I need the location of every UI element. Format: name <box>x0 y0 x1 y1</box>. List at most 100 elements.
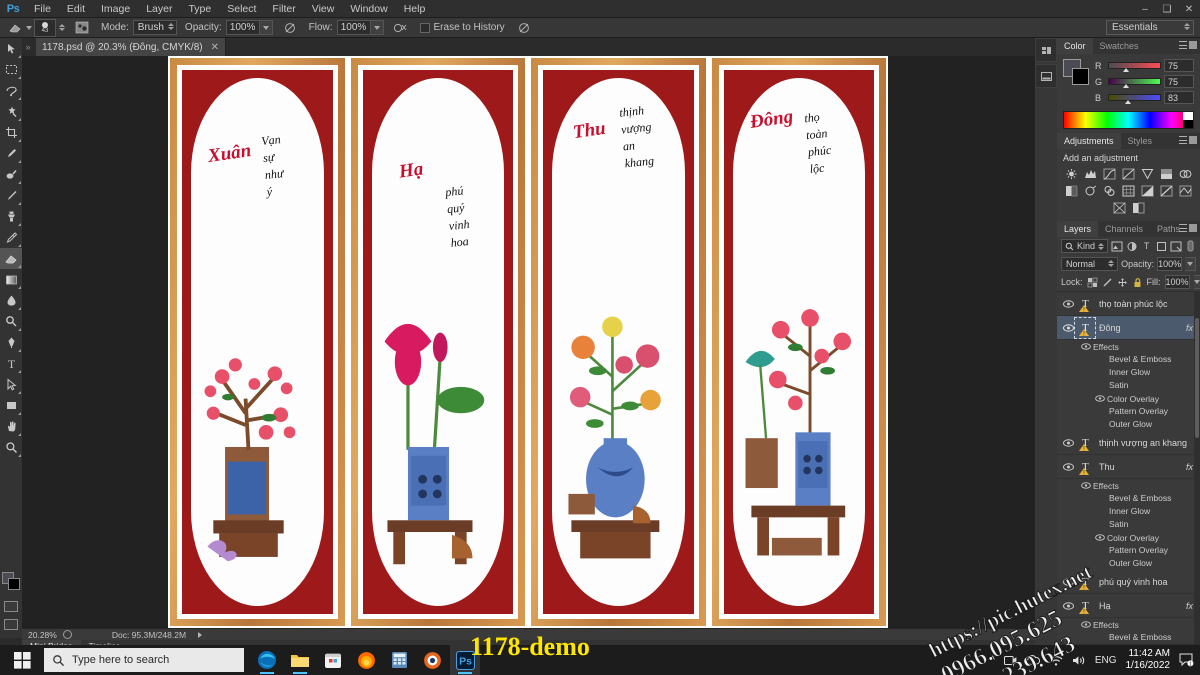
color-lookup-icon[interactable] <box>1121 184 1136 198</box>
panel-ha[interactable]: Hạ phú quý vinh hoa <box>350 58 525 626</box>
effect-item[interactable]: Bevel & Emboss <box>1057 631 1200 644</box>
effects-visibility-toggle[interactable] <box>1079 621 1093 628</box>
taskbar-app-microsoft-store[interactable] <box>318 645 348 675</box>
r-slider[interactable] <box>1108 62 1161 72</box>
layer-visibility-toggle[interactable] <box>1061 601 1075 610</box>
layer-effects-group[interactable]: Effects <box>1057 340 1200 353</box>
adjustments-panel-menu[interactable] <box>1179 136 1197 144</box>
tool-marquee[interactable] <box>0 59 22 80</box>
brightness-contrast-icon[interactable] <box>1064 167 1079 181</box>
tool-brush[interactable] <box>0 185 22 206</box>
tool-eraser[interactable] <box>0 248 22 269</box>
tool-dodge[interactable] <box>0 311 22 332</box>
tab-swatches[interactable]: Swatches <box>1093 38 1146 54</box>
mini-bridge-panel-icon[interactable] <box>1035 64 1057 88</box>
menu-edit[interactable]: Edit <box>59 0 93 18</box>
fill-dropdown-icon[interactable] <box>1193 275 1200 289</box>
tool-clone-stamp[interactable] <box>0 206 22 227</box>
workspace-select[interactable]: Essentials <box>1106 20 1194 35</box>
b-slider[interactable] <box>1108 94 1161 104</box>
layer-row[interactable]: T! phú quý vinh hoa <box>1057 570 1200 594</box>
panel-menu-icon[interactable] <box>1179 136 1187 144</box>
start-button[interactable] <box>0 645 44 675</box>
layer-visibility-toggle[interactable] <box>1061 462 1075 471</box>
flow-input[interactable]: 100% <box>336 20 371 35</box>
effect-item[interactable]: Bevel & Emboss <box>1057 492 1200 505</box>
effects-visibility-toggle[interactable] <box>1079 343 1093 350</box>
color-panel-menu[interactable] <box>1179 41 1197 49</box>
g-slider[interactable] <box>1108 78 1161 88</box>
effect-item-color-overlay[interactable]: Color Overlay <box>1057 392 1200 405</box>
effect-item[interactable]: Inner Glow <box>1057 505 1200 518</box>
history-panel-icon[interactable] <box>1035 38 1057 62</box>
taskbar-search-box[interactable]: Type here to search <box>44 648 244 672</box>
curves-icon[interactable] <box>1102 167 1117 181</box>
brush-size-stepper[interactable] <box>59 24 65 31</box>
effect-item[interactable]: Outer Glow <box>1057 557 1200 570</box>
menu-help[interactable]: Help <box>396 0 434 18</box>
tool-crop[interactable] <box>0 122 22 143</box>
taskbar-clock[interactable]: 11:42 AM 1/16/2022 <box>1126 648 1171 672</box>
brush-preset-picker[interactable]: 43 <box>34 18 56 37</box>
layer-opacity-value[interactable]: 100% <box>1157 257 1183 271</box>
effects-visibility-toggle[interactable] <box>1079 482 1093 489</box>
tray-wifi-icon[interactable] <box>1049 655 1063 666</box>
effect-item[interactable]: Inner Glow <box>1057 366 1200 379</box>
filter-type-icon[interactable]: T <box>1141 239 1152 253</box>
tablet-pressure-icon[interactable] <box>513 20 535 36</box>
layer-visibility-toggle[interactable] <box>1061 577 1075 586</box>
posterize-icon[interactable] <box>1159 184 1174 198</box>
close-button[interactable]: ✕ <box>1178 0 1200 18</box>
menu-layer[interactable]: Layer <box>138 0 180 18</box>
opacity-input[interactable]: 100% <box>225 20 260 35</box>
r-value[interactable]: 75 <box>1164 59 1194 72</box>
tool-lasso[interactable] <box>0 80 22 101</box>
layer-name[interactable]: Đông <box>1099 323 1186 333</box>
tool-preset-chevron-icon[interactable] <box>26 25 32 30</box>
taskbar-app-firefox[interactable] <box>351 645 381 675</box>
black-white-icon[interactable] <box>1064 184 1079 198</box>
tab-layers[interactable]: Layers <box>1057 221 1099 237</box>
lock-transparent-pixels-icon[interactable] <box>1087 275 1098 289</box>
layer-row[interactable]: T! Thu fx <box>1057 455 1200 479</box>
menu-select[interactable]: Select <box>219 0 264 18</box>
panel-menu-icon[interactable] <box>1179 41 1187 49</box>
opacity-pressure-icon[interactable] <box>279 20 301 36</box>
menu-filter[interactable]: Filter <box>264 0 303 18</box>
taskbar-app-orange[interactable] <box>417 645 447 675</box>
photo-filter-icon[interactable] <box>1083 184 1098 198</box>
effect-item[interactable]: Satin <box>1057 518 1200 531</box>
filter-toggle-icon[interactable] <box>1185 239 1196 253</box>
status-zoom-level[interactable]: 20.28% <box>22 630 63 640</box>
layers-panel-menu[interactable] <box>1179 224 1197 232</box>
tab-adjustments[interactable]: Adjustments <box>1057 133 1121 149</box>
background-color-swatch[interactable] <box>8 578 20 590</box>
menu-image[interactable]: Image <box>93 0 138 18</box>
document-close-icon[interactable]: ✕ <box>211 42 219 53</box>
layer-opacity-dropdown-icon[interactable] <box>1185 257 1196 271</box>
panel-menu-icon[interactable] <box>1179 224 1187 232</box>
effect-item[interactable]: Pattern Overlay <box>1057 544 1200 557</box>
layer-row[interactable]: T! thịnh vượng an khang <box>1057 431 1200 455</box>
document-tab[interactable]: 1178.psd @ 20.3% (Đông, CMYK/8) ✕ <box>36 38 226 56</box>
tool-blur[interactable] <box>0 290 22 311</box>
lock-position-icon[interactable] <box>1117 275 1128 289</box>
tool-hand[interactable] <box>0 416 22 437</box>
panel-dong[interactable]: Đông thọ toàn phúc lộc <box>711 58 886 626</box>
invert-icon[interactable] <box>1140 184 1155 198</box>
layer-fx-badge[interactable]: fx <box>1186 323 1193 333</box>
color-swatches[interactable] <box>2 572 20 590</box>
layer-name[interactable]: Thu <box>1099 462 1186 472</box>
layer-thumbnail[interactable]: T! <box>1075 572 1095 592</box>
canvas-area[interactable]: Xuân Vạn sự như ý Hạ phú quý vinh hoa Th… <box>22 56 1035 628</box>
minimize-button[interactable]: – <box>1134 0 1156 18</box>
tool-rectangle[interactable] <box>0 395 22 416</box>
kind-chevron-icon[interactable] <box>1098 242 1105 250</box>
selective-color-icon[interactable] <box>1131 201 1146 215</box>
tray-expand-icon[interactable]: ^ <box>990 655 995 666</box>
tab-overflow-handle[interactable]: » <box>22 38 34 56</box>
maximize-button[interactable]: ❑ <box>1156 0 1178 18</box>
layer-visibility-toggle[interactable] <box>1061 299 1075 308</box>
layer-effects-group[interactable]: Effects <box>1057 618 1200 631</box>
menu-file[interactable]: File <box>26 0 59 18</box>
